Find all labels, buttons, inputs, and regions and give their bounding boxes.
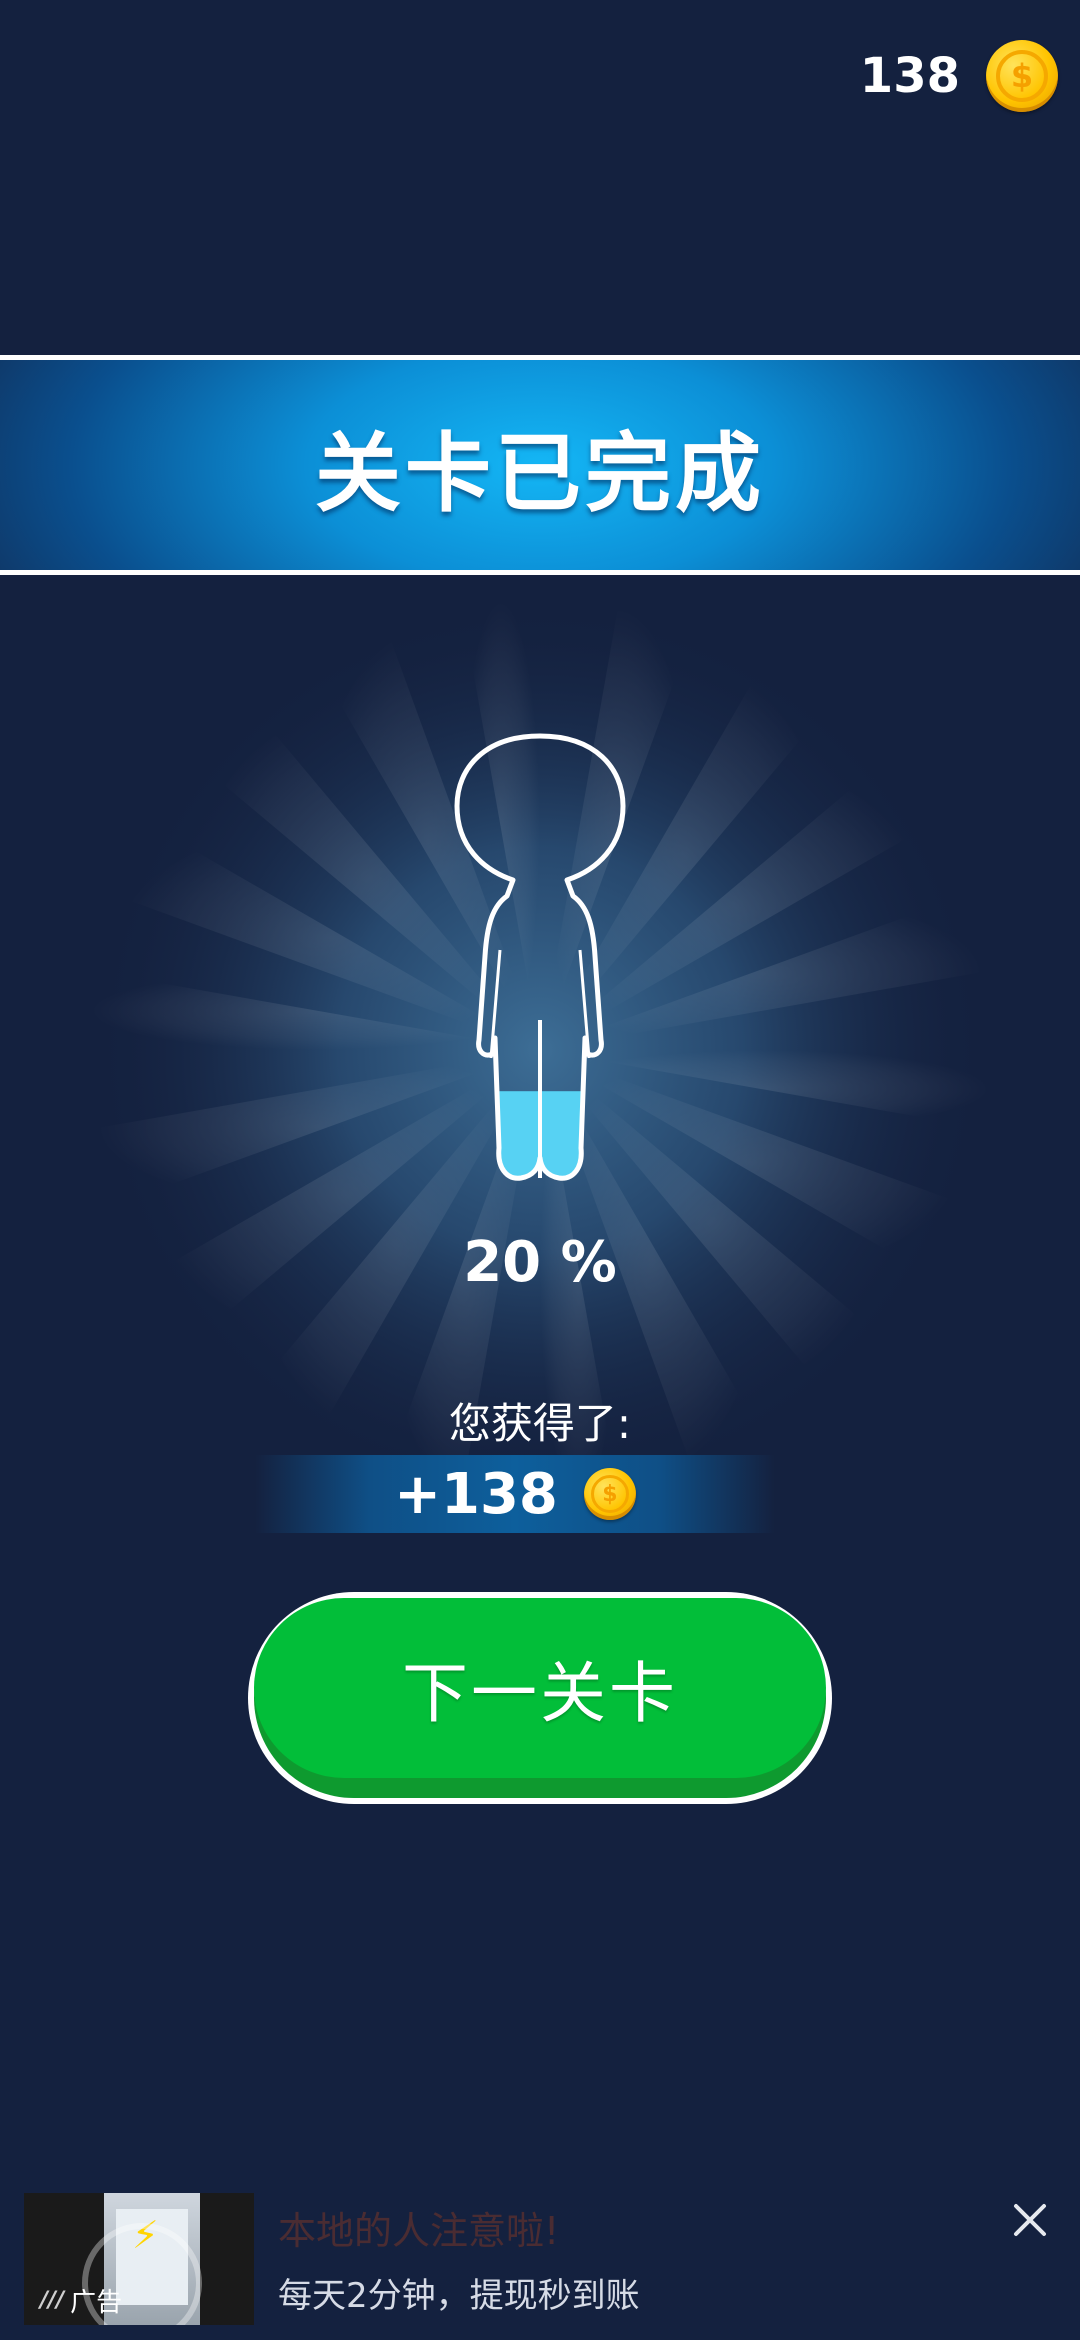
banner-title: 关卡已完成: [315, 423, 765, 524]
next-level-label: 下一关卡: [402, 1655, 678, 1732]
coin-icon: $: [986, 40, 1058, 112]
level-complete-screen: 138 $ 关卡已完成 20 % 您获得了: +138 $ 下一关卡 ⚡ ///…: [0, 0, 1080, 2340]
dollar-sign-icon: $: [602, 1481, 618, 1507]
dollar-sign-icon: $: [1010, 57, 1034, 95]
ad-subtitle[interactable]: 每天2分钟，提现秒到账: [278, 2268, 640, 2317]
level-complete-banner: 关卡已完成: [0, 355, 1080, 575]
ad-badge-label: 广告: [70, 2288, 123, 2318]
ad-banner[interactable]: ⚡ /// 广告 本地的人注意啦! 每天2分钟，提现秒到账: [0, 2178, 1080, 2340]
ad-badge: /// 广告: [40, 2282, 122, 2319]
coin-icon: $: [583, 1468, 636, 1520]
close-icon[interactable]: [1002, 2192, 1058, 2248]
reward-amount: +138: [394, 1461, 558, 1527]
next-level-button[interactable]: 下一关卡: [248, 1592, 832, 1804]
reward-label: 您获得了:: [448, 1399, 632, 1448]
ad-thumbnail[interactable]: ⚡ /// 广告: [24, 2193, 254, 2325]
completion-percent: 20 %: [463, 1230, 617, 1295]
ad-network-logo-icon: ///: [40, 2288, 65, 2313]
ad-title[interactable]: 本地的人注意啦!: [278, 2200, 559, 2255]
reward-strip: +138 $: [255, 1455, 775, 1533]
coin-count: 138: [859, 48, 960, 104]
character-silhouette: [454, 733, 626, 1181]
coin-counter: 138 $: [860, 40, 1058, 112]
